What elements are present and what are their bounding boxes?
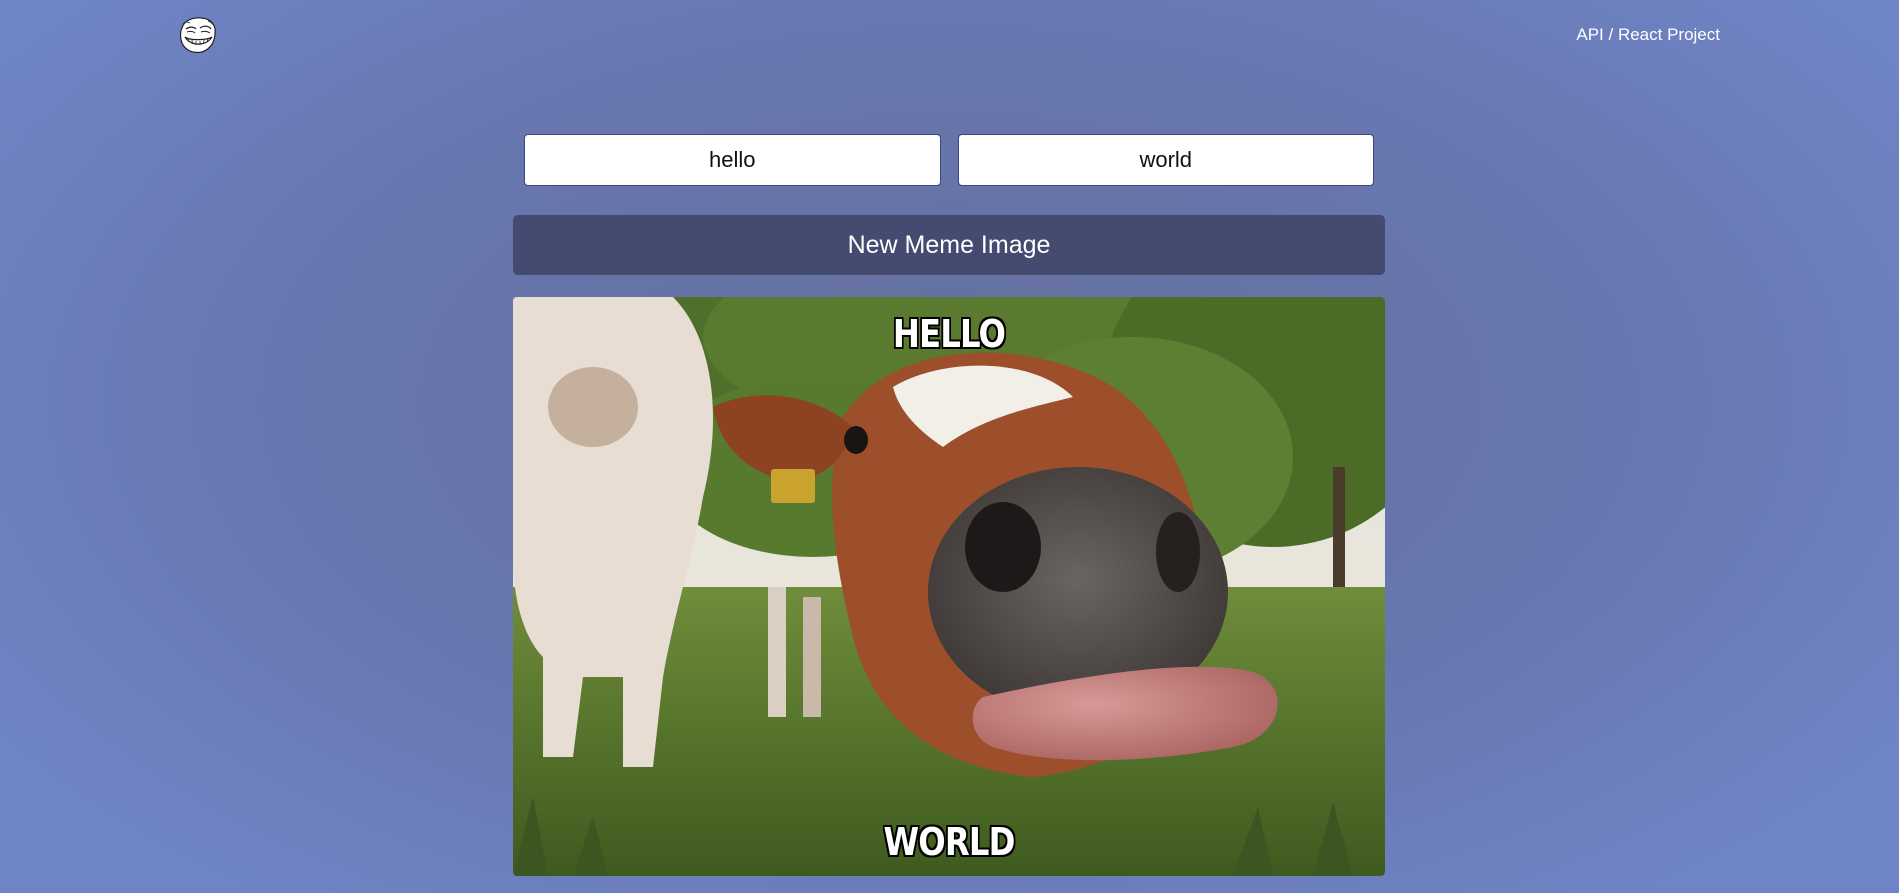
bottom-text-input[interactable]	[957, 134, 1374, 186]
meme-form: New Meme Image	[513, 134, 1385, 275]
nav-link-project[interactable]: API / React Project	[1576, 25, 1720, 45]
meme-container: HELLO WORLD	[513, 297, 1385, 876]
text-inputs	[513, 134, 1385, 186]
top-text-input[interactable]	[524, 134, 941, 186]
meme-image	[513, 297, 1385, 876]
new-meme-image-button[interactable]: New Meme Image	[513, 215, 1385, 275]
troll-face-icon[interactable]	[178, 16, 218, 54]
meme-bottom-text: WORLD	[883, 820, 1015, 864]
meme-top-text: HELLO	[892, 312, 1006, 356]
